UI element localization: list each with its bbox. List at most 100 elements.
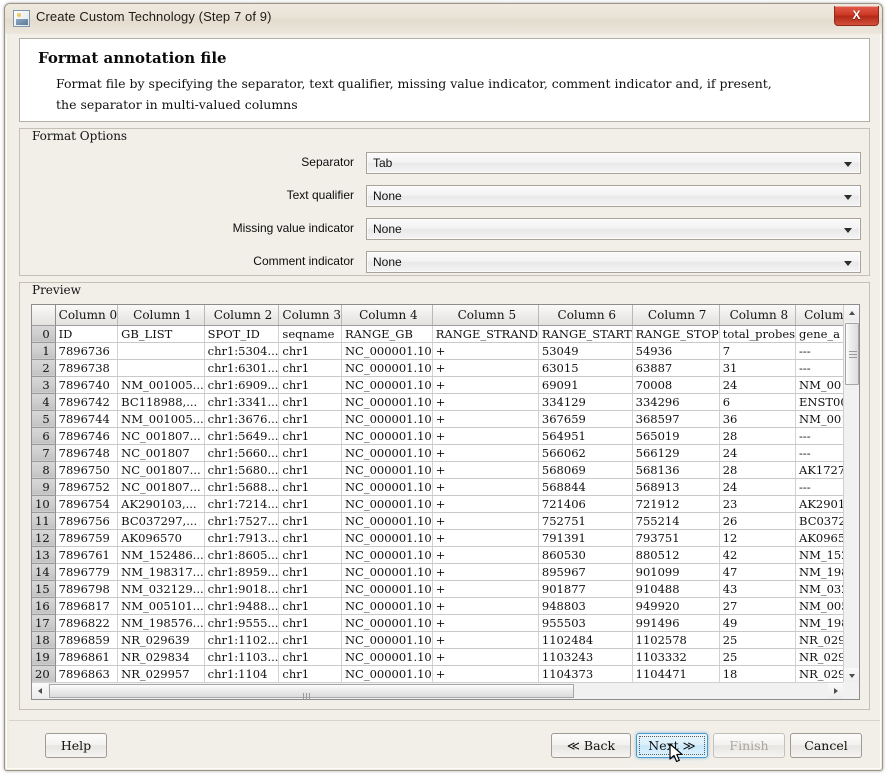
table-cell[interactable]: + xyxy=(432,393,538,410)
table-cell[interactable]: NC_000001.10 xyxy=(341,614,432,631)
table-row[interactable]: 47896742BC118988,...chr1:3341...chr1NC_0… xyxy=(32,393,844,410)
table-cell[interactable]: 1102484 xyxy=(538,631,632,648)
table-cell[interactable] xyxy=(118,342,204,359)
table-cell[interactable]: chr1 xyxy=(279,597,342,614)
table-cell[interactable]: 568913 xyxy=(632,478,719,495)
table-cell[interactable]: BC0372 xyxy=(796,512,844,529)
table-cell[interactable]: NC_001807... xyxy=(118,461,204,478)
table-cell[interactable]: + xyxy=(432,631,538,648)
help-button[interactable]: Help xyxy=(45,733,107,758)
column-header[interactable]: Column 3 xyxy=(279,305,342,325)
table-cell[interactable]: chr1 xyxy=(279,427,342,444)
table-cell[interactable]: 368597 xyxy=(632,410,719,427)
table-cell[interactable]: 28 xyxy=(719,461,795,478)
table-row[interactable]: 147896779NM_198317...chr1:8959...chr1NC_… xyxy=(32,563,844,580)
row-number-cell[interactable]: 11 xyxy=(32,512,55,529)
table-cell[interactable]: 1104373 xyxy=(538,665,632,682)
table-row[interactable]: 37896740NM_001005...chr1:6909...chr1NC_0… xyxy=(32,376,844,393)
table-cell[interactable]: 25 xyxy=(719,648,795,665)
table-cell[interactable]: 6 xyxy=(719,393,795,410)
table-cell[interactable]: AK0965 xyxy=(796,529,844,546)
table-cell[interactable]: NR_029957 xyxy=(118,665,204,682)
comment-indicator-dropdown[interactable]: None xyxy=(366,251,861,273)
table-cell[interactable]: 24 xyxy=(719,444,795,461)
table-cell[interactable]: + xyxy=(432,614,538,631)
table-row[interactable]: 57896744NM_001005...chr1:3676...chr1NC_0… xyxy=(32,410,844,427)
table-cell[interactable]: 42 xyxy=(719,546,795,563)
table-horizontal-scrollbar[interactable] xyxy=(32,682,844,699)
table-cell[interactable]: NR_029 xyxy=(796,648,844,665)
table-cell[interactable]: --- xyxy=(796,427,844,444)
table-cell[interactable]: 7896740 xyxy=(55,376,118,393)
table-cell[interactable]: chr1 xyxy=(279,444,342,461)
table-cell[interactable]: NR_029834 xyxy=(118,648,204,665)
horizontal-scroll-thumb[interactable] xyxy=(49,684,574,698)
scroll-up-icon[interactable] xyxy=(844,305,860,321)
column-header[interactable]: Column 1 xyxy=(118,305,204,325)
table-cell[interactable]: + xyxy=(432,427,538,444)
table-cell[interactable]: 901877 xyxy=(538,580,632,597)
table-cell[interactable]: NC_000001.10 xyxy=(341,563,432,580)
column-header[interactable]: Column 4 xyxy=(341,305,432,325)
table-cell[interactable]: 1103243 xyxy=(538,648,632,665)
table-cell[interactable]: 18 xyxy=(719,665,795,682)
table-cell[interactable]: 63015 xyxy=(538,359,632,376)
table-cell[interactable]: NM_198 xyxy=(796,563,844,580)
table-cell[interactable]: chr1:9018... xyxy=(204,580,279,597)
table-cell[interactable]: NM_005 xyxy=(796,597,844,614)
table-cell[interactable]: 7896752 xyxy=(55,478,118,495)
table-cell[interactable]: 7896754 xyxy=(55,495,118,512)
table-cell[interactable]: chr1:8605... xyxy=(204,546,279,563)
table-cell[interactable]: NC_000001.10 xyxy=(341,461,432,478)
table-cell[interactable]: 566062 xyxy=(538,444,632,461)
table-cell[interactable]: 7896759 xyxy=(55,529,118,546)
table-cell[interactable]: NC_001807... xyxy=(118,427,204,444)
table-cell[interactable]: 7896798 xyxy=(55,580,118,597)
table-cell[interactable]: 334296 xyxy=(632,393,719,410)
table-cell[interactable]: chr1 xyxy=(279,342,342,359)
table-row[interactable]: 17896736chr1:5304...chr1NC_000001.10+530… xyxy=(32,342,844,359)
table-cell[interactable]: chr1:7913... xyxy=(204,529,279,546)
table-cell[interactable]: chr1:5688... xyxy=(204,478,279,495)
table-cell[interactable]: 36 xyxy=(719,410,795,427)
table-cell[interactable]: chr1 xyxy=(279,665,342,682)
row-number-cell[interactable]: 12 xyxy=(32,529,55,546)
row-number-cell[interactable]: 4 xyxy=(32,393,55,410)
table-cell[interactable]: chr1 xyxy=(279,648,342,665)
table-cell[interactable]: ID xyxy=(55,325,118,342)
table-cell[interactable]: NM_152486... xyxy=(118,546,204,563)
table-cell[interactable]: 791391 xyxy=(538,529,632,546)
table-cell[interactable]: NC_000001.10 xyxy=(341,342,432,359)
table-cell[interactable]: 54936 xyxy=(632,342,719,359)
back-button[interactable]: ≪ Back xyxy=(551,733,631,758)
row-number-cell[interactable]: 2 xyxy=(32,359,55,376)
table-cell[interactable]: + xyxy=(432,665,538,682)
table-cell[interactable]: RANGE_GB xyxy=(341,325,432,342)
table-row[interactable]: 187896859NR_029639chr1:1102...chr1NC_000… xyxy=(32,631,844,648)
table-cell[interactable]: NC_000001.10 xyxy=(341,359,432,376)
table-cell[interactable]: 12 xyxy=(719,529,795,546)
table-cell[interactable]: 7896861 xyxy=(55,648,118,665)
column-header[interactable]: Column 2 xyxy=(204,305,279,325)
table-row[interactable]: 127896759AK096570chr1:7913...chr1NC_0000… xyxy=(32,529,844,546)
table-cell[interactable]: chr1:9555... xyxy=(204,614,279,631)
table-cell[interactable]: NM_005101... xyxy=(118,597,204,614)
close-icon[interactable]: X xyxy=(834,6,879,26)
table-cell[interactable]: chr1:1104 xyxy=(204,665,279,682)
table-cell[interactable]: 1102578 xyxy=(632,631,719,648)
table-cell[interactable]: 7896744 xyxy=(55,410,118,427)
table-cell[interactable]: chr1:7527... xyxy=(204,512,279,529)
table-cell[interactable]: 7896859 xyxy=(55,631,118,648)
table-cell[interactable]: chr1:6301... xyxy=(204,359,279,376)
table-cell[interactable]: chr1:1103... xyxy=(204,648,279,665)
table-cell[interactable]: 564951 xyxy=(538,427,632,444)
table-cell[interactable]: NC_000001.10 xyxy=(341,427,432,444)
table-cell[interactable]: + xyxy=(432,342,538,359)
table-cell[interactable]: 49 xyxy=(719,614,795,631)
table-cell[interactable]: chr1 xyxy=(279,376,342,393)
table-cell[interactable]: chr1:5660... xyxy=(204,444,279,461)
table-row[interactable]: 157896798NM_032129...chr1:9018...chr1NC_… xyxy=(32,580,844,597)
table-cell[interactable]: NM_152 xyxy=(796,546,844,563)
table-cell[interactable]: 7896748 xyxy=(55,444,118,461)
table-cell[interactable]: 7896738 xyxy=(55,359,118,376)
